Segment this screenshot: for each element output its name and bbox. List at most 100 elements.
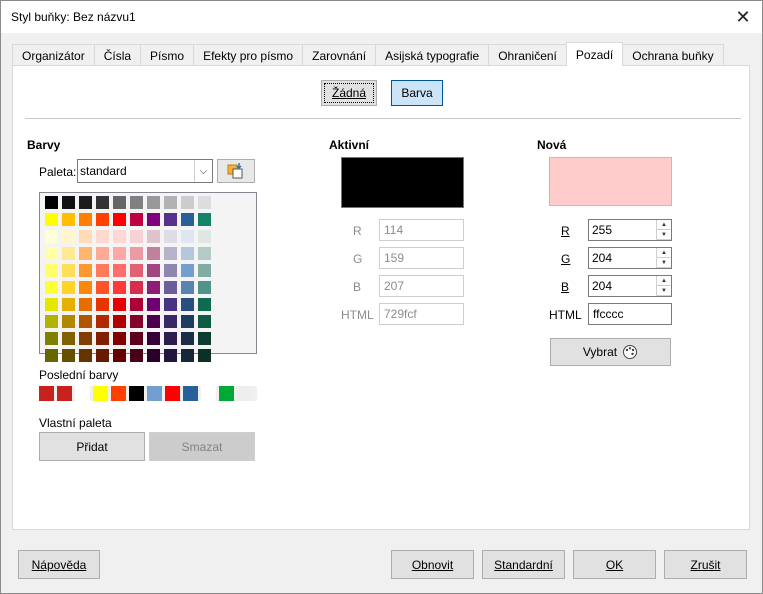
close-icon[interactable]: ✕ <box>730 5 756 29</box>
palette-swatch[interactable] <box>113 349 126 362</box>
palette-swatch[interactable] <box>198 349 211 362</box>
palette-swatch[interactable] <box>113 315 126 328</box>
tab-alignment[interactable]: Zarovnání <box>302 44 377 66</box>
add-palette-button[interactable] <box>217 159 255 183</box>
tab-numbers[interactable]: Čísla <box>93 44 142 66</box>
palette-swatch[interactable] <box>62 332 75 345</box>
palette-swatch[interactable] <box>79 213 92 226</box>
spin-down-icon[interactable]: ▼ <box>656 258 671 268</box>
palette-swatch[interactable] <box>113 264 126 277</box>
recent-color-swatch[interactable] <box>129 386 144 401</box>
palette-swatch[interactable] <box>130 196 143 209</box>
ok-button[interactable]: OK <box>573 550 656 579</box>
palette-swatch[interactable] <box>147 213 160 226</box>
palette-swatch[interactable] <box>164 213 177 226</box>
palette-swatch[interactable] <box>181 264 194 277</box>
palette-swatch[interactable] <box>164 315 177 328</box>
palette-swatch[interactable] <box>130 281 143 294</box>
palette-swatch[interactable] <box>130 213 143 226</box>
palette-swatch[interactable] <box>130 230 143 243</box>
spin-up-icon[interactable]: ▲ <box>656 248 671 258</box>
palette-swatch[interactable] <box>45 247 58 260</box>
palette-swatch[interactable] <box>147 298 160 311</box>
palette-swatch[interactable] <box>96 247 109 260</box>
palette-swatch[interactable] <box>96 213 109 226</box>
palette-swatch[interactable] <box>164 247 177 260</box>
pick-color-button[interactable]: Vybrat <box>550 338 671 366</box>
spin-down-icon[interactable]: ▼ <box>656 286 671 296</box>
palette-swatch[interactable] <box>79 247 92 260</box>
palette-swatch[interactable] <box>164 298 177 311</box>
palette-swatch[interactable] <box>147 281 160 294</box>
recent-color-swatch[interactable] <box>93 386 108 401</box>
palette-swatch[interactable] <box>79 315 92 328</box>
tab-font[interactable]: Písmo <box>140 44 195 66</box>
new-html-field[interactable]: ffcccc <box>588 303 672 325</box>
palette-swatch[interactable] <box>181 315 194 328</box>
palette-swatch[interactable] <box>62 264 75 277</box>
palette-swatch[interactable] <box>113 247 126 260</box>
palette-swatch[interactable] <box>181 281 194 294</box>
recent-color-swatch[interactable] <box>219 386 234 401</box>
palette-swatch[interactable] <box>130 332 143 345</box>
spin-up-icon[interactable]: ▲ <box>656 276 671 286</box>
palette-swatch[interactable] <box>45 230 58 243</box>
tab-font-effects[interactable]: Efekty pro písmo <box>193 44 304 66</box>
recent-color-swatch[interactable] <box>39 386 54 401</box>
recent-color-swatch[interactable] <box>111 386 126 401</box>
palette-swatch[interactable] <box>96 298 109 311</box>
palette-swatch[interactable] <box>96 281 109 294</box>
palette-swatch[interactable] <box>79 230 92 243</box>
palette-swatch[interactable] <box>45 196 58 209</box>
palette-swatch[interactable] <box>164 349 177 362</box>
recent-color-swatch[interactable] <box>237 386 252 401</box>
palette-swatch[interactable] <box>96 315 109 328</box>
palette-swatch[interactable] <box>198 213 211 226</box>
palette-swatch[interactable] <box>79 349 92 362</box>
palette-swatch[interactable] <box>45 315 58 328</box>
palette-swatch[interactable] <box>96 230 109 243</box>
palette-swatch[interactable] <box>130 264 143 277</box>
palette-swatch[interactable] <box>181 298 194 311</box>
palette-swatch[interactable] <box>147 315 160 328</box>
palette-swatch[interactable] <box>164 264 177 277</box>
palette-swatch[interactable] <box>147 196 160 209</box>
palette-swatch[interactable] <box>79 281 92 294</box>
palette-swatch[interactable] <box>198 332 211 345</box>
tab-borders[interactable]: Ohraničení <box>488 44 567 66</box>
delete-button[interactable]: Smazat <box>149 432 255 461</box>
palette-swatch[interactable] <box>147 247 160 260</box>
recent-color-swatch[interactable] <box>57 386 72 401</box>
palette-swatch[interactable] <box>62 281 75 294</box>
palette-swatch[interactable] <box>96 332 109 345</box>
palette-swatch[interactable] <box>79 332 92 345</box>
palette-swatch[interactable] <box>181 213 194 226</box>
new-g-spinner[interactable]: 204 ▲ ▼ <box>588 247 672 269</box>
palette-swatch[interactable] <box>45 281 58 294</box>
palette-swatch[interactable] <box>113 213 126 226</box>
fill-none-button[interactable]: Žádná <box>321 80 377 106</box>
palette-swatch[interactable] <box>164 196 177 209</box>
palette-swatch[interactable] <box>113 281 126 294</box>
palette-swatch[interactable] <box>79 264 92 277</box>
palette-swatch[interactable] <box>147 264 160 277</box>
tab-asian-typography[interactable]: Asijská typografie <box>375 44 490 66</box>
palette-swatch[interactable] <box>96 196 109 209</box>
palette-swatch[interactable] <box>198 281 211 294</box>
palette-swatch[interactable] <box>62 298 75 311</box>
palette-swatch[interactable] <box>198 196 211 209</box>
palette-swatch[interactable] <box>96 349 109 362</box>
palette-swatch[interactable] <box>62 315 75 328</box>
palette-swatch[interactable] <box>164 230 177 243</box>
palette-select[interactable]: standard ⌵ <box>77 159 213 183</box>
palette-swatch[interactable] <box>113 298 126 311</box>
palette-swatch[interactable] <box>181 230 194 243</box>
palette-swatch[interactable] <box>62 247 75 260</box>
palette-swatch[interactable] <box>62 230 75 243</box>
palette-swatch[interactable] <box>113 332 126 345</box>
palette-swatch[interactable] <box>164 281 177 294</box>
palette-swatch[interactable] <box>96 264 109 277</box>
palette-swatch[interactable] <box>130 315 143 328</box>
palette-swatch[interactable] <box>130 247 143 260</box>
new-r-spinner[interactable]: 255 ▲ ▼ <box>588 219 672 241</box>
